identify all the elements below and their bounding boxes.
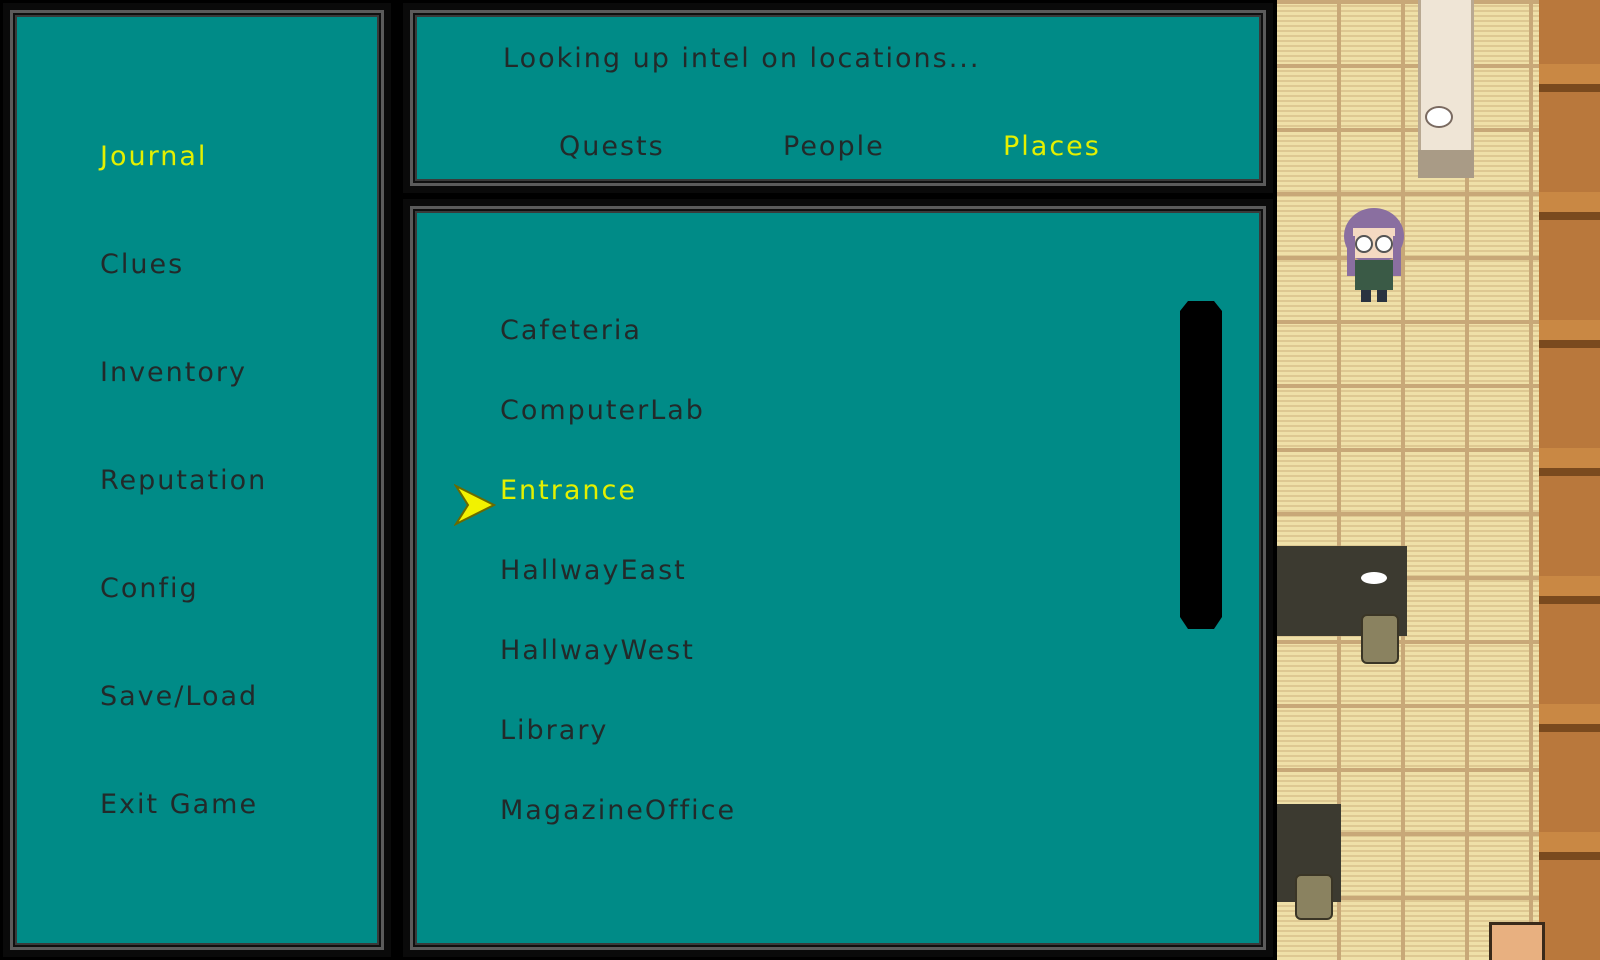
place-item-cafeteria[interactable]: Cafeteria xyxy=(500,315,642,346)
npc-character-sprite xyxy=(1489,922,1545,960)
places-list-panel: Cafeteria ComputerLab Entrance HallwayEa… xyxy=(403,199,1273,957)
coffee-cup-icon xyxy=(1425,106,1453,128)
selection-arrow-icon xyxy=(454,484,496,526)
menu-item-reputation[interactable]: Reputation xyxy=(100,465,267,496)
tab-quests[interactable]: Quests xyxy=(559,131,665,162)
place-item-hallwaywest[interactable]: HallwayWest xyxy=(500,635,695,666)
student-character-sprite xyxy=(1344,208,1404,302)
place-item-computerlab[interactable]: ComputerLab xyxy=(500,395,705,426)
counter xyxy=(1418,0,1474,150)
list-scrollbar[interactable] xyxy=(1180,301,1222,629)
place-item-magazineoffice[interactable]: MagazineOffice xyxy=(500,795,736,826)
chair-icon-2 xyxy=(1295,874,1333,920)
menu-item-journal[interactable]: Journal xyxy=(100,141,207,172)
menu-item-inventory[interactable]: Inventory xyxy=(100,357,247,388)
wooden-wall xyxy=(1539,0,1600,960)
game-map-view xyxy=(1277,0,1600,960)
main-menu-panel: Journal Clues Inventory Reputation Confi… xyxy=(3,3,391,957)
journal-status-text: Looking up intel on locations... xyxy=(503,43,981,74)
menu-item-save-load[interactable]: Save/Load xyxy=(100,681,258,712)
menu-item-clues[interactable]: Clues xyxy=(100,249,184,280)
counter-base xyxy=(1418,150,1474,178)
chair-icon xyxy=(1361,614,1399,664)
tab-places[interactable]: Places xyxy=(1003,131,1101,162)
menu-item-exit-game[interactable]: Exit Game xyxy=(100,789,258,820)
menu-item-config[interactable]: Config xyxy=(100,573,199,604)
place-item-hallwayeast[interactable]: HallwayEast xyxy=(500,555,687,586)
plate-icon xyxy=(1361,572,1387,584)
journal-header-panel: Looking up intel on locations... Quests … xyxy=(403,3,1273,193)
tab-people[interactable]: People xyxy=(783,131,885,162)
place-item-library[interactable]: Library xyxy=(500,715,608,746)
place-item-entrance[interactable]: Entrance xyxy=(500,475,637,506)
